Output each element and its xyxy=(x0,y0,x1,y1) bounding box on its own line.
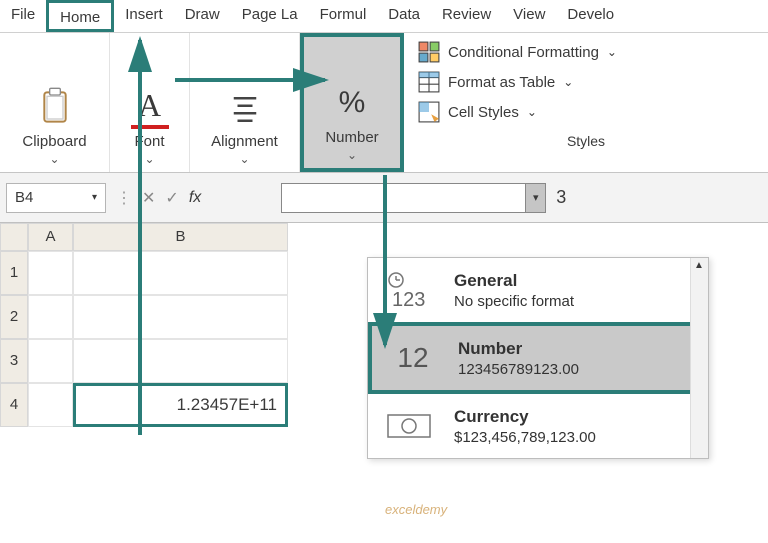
cell-styles-label: Cell Styles xyxy=(448,104,519,121)
cancel-icon[interactable]: ✕ xyxy=(142,188,155,208)
chevron-down-icon: ⌄ xyxy=(239,152,249,166)
format-general-sub: No specific format xyxy=(454,293,574,310)
column-header-b[interactable]: B xyxy=(73,223,288,251)
conditional-formatting-button[interactable]: Conditional Formatting ⌄ xyxy=(418,41,754,63)
watermark: exceldemy xyxy=(385,502,447,517)
chevron-down-icon: ⌄ xyxy=(347,148,357,162)
group-font-label: Font xyxy=(134,133,164,150)
conditional-formatting-label: Conditional Formatting xyxy=(448,44,599,61)
column-header-a[interactable]: A xyxy=(28,223,73,251)
group-clipboard[interactable]: Clipboard ⌄ xyxy=(0,33,110,172)
cell-a3[interactable] xyxy=(28,339,73,383)
cell-b1[interactable] xyxy=(73,251,288,295)
fx-icon[interactable]: fx xyxy=(189,189,201,207)
row-header-3[interactable]: 3 xyxy=(0,339,28,383)
resize-handle[interactable]: ⋮ xyxy=(116,188,132,208)
tab-view[interactable]: View xyxy=(502,0,556,32)
alignment-icon xyxy=(226,85,264,129)
svg-text:123: 123 xyxy=(392,289,425,310)
group-number[interactable]: % Number ⌄ xyxy=(300,33,404,172)
table-icon xyxy=(418,71,440,93)
clipboard-icon xyxy=(36,85,74,129)
format-option-currency[interactable]: Currency $123,456,789,123.00 xyxy=(368,394,708,458)
row-header-4[interactable]: 4 xyxy=(0,383,28,427)
group-alignment[interactable]: Alignment ⌄ xyxy=(190,33,300,172)
scrollbar[interactable]: ▲ xyxy=(690,258,708,458)
group-font[interactable]: A Font ⌄ xyxy=(110,33,190,172)
tab-developer[interactable]: Develo xyxy=(556,0,625,32)
cell-b2[interactable] xyxy=(73,295,288,339)
tab-draw[interactable]: Draw xyxy=(174,0,231,32)
tab-file[interactable]: File xyxy=(0,0,46,32)
group-styles: Conditional Formatting ⌄ Format as Table… xyxy=(404,33,768,172)
number-format-icon: 12 xyxy=(386,336,440,380)
chevron-down-icon: ⌄ xyxy=(144,152,154,166)
format-general-title: General xyxy=(454,271,574,291)
name-box[interactable]: B4 ▾ xyxy=(6,183,106,213)
tab-formulas[interactable]: Formul xyxy=(309,0,378,32)
name-box-value: B4 xyxy=(15,189,33,206)
currency-format-icon xyxy=(382,404,436,448)
cell-b3[interactable] xyxy=(73,339,288,383)
cell-styles-button[interactable]: Cell Styles ⌄ xyxy=(418,101,754,123)
row-header-2[interactable]: 2 xyxy=(0,295,28,339)
row-header-1[interactable]: 1 xyxy=(0,251,28,295)
format-option-general[interactable]: 123 General No specific format xyxy=(368,258,708,322)
general-format-icon: 123 xyxy=(382,268,436,312)
format-currency-title: Currency xyxy=(454,407,596,427)
formula-bar: B4 ▾ ⋮ ✕ ✓ fx ▾ 3 xyxy=(0,173,768,223)
cell-b4-selected[interactable]: 1.23457E+11 xyxy=(73,383,288,427)
chevron-down-icon: ▾ xyxy=(525,184,545,212)
cell-a2[interactable] xyxy=(28,295,73,339)
ribbon-tabs: File Home Insert Draw Page La Formul Dat… xyxy=(0,0,768,33)
select-all-corner[interactable] xyxy=(0,223,28,251)
ribbon: Clipboard ⌄ A Font ⌄ Alignment ⌄ % Numbe… xyxy=(0,33,768,173)
format-number-sub: 123456789123.00 xyxy=(458,361,579,378)
formula-content-truncated: 3 xyxy=(556,187,566,208)
group-clipboard-label: Clipboard xyxy=(22,133,86,150)
chevron-down-icon: ⌄ xyxy=(607,45,617,59)
scroll-up-icon: ▲ xyxy=(694,260,704,271)
enter-icon[interactable]: ✓ xyxy=(165,188,178,208)
chevron-down-icon: ▾ xyxy=(92,192,97,203)
tab-page-layout[interactable]: Page La xyxy=(231,0,309,32)
tab-home[interactable]: Home xyxy=(46,0,114,32)
tab-review[interactable]: Review xyxy=(431,0,502,32)
cell-a4[interactable] xyxy=(28,383,73,427)
format-option-number[interactable]: 12 Number 123456789123.00 xyxy=(368,322,708,394)
percent-icon: % xyxy=(333,81,371,125)
font-icon: A xyxy=(131,85,169,129)
cell-b4-value: 1.23457E+11 xyxy=(76,386,285,424)
tab-data[interactable]: Data xyxy=(377,0,431,32)
chevron-down-icon: ⌄ xyxy=(527,105,537,119)
chevron-down-icon: ⌄ xyxy=(49,152,59,166)
cell-a1[interactable] xyxy=(28,251,73,295)
tab-insert[interactable]: Insert xyxy=(114,0,174,32)
number-format-selector[interactable]: ▾ xyxy=(281,183,546,213)
group-number-label: Number xyxy=(325,129,378,146)
format-number-title: Number xyxy=(458,339,579,359)
number-format-dropdown: ▲ 123 General No specific format 12 Numb… xyxy=(367,257,709,459)
format-as-table-button[interactable]: Format as Table ⌄ xyxy=(418,71,754,93)
group-styles-label: Styles xyxy=(418,133,754,149)
conditional-formatting-icon xyxy=(418,41,440,63)
format-currency-sub: $123,456,789,123.00 xyxy=(454,429,596,446)
format-as-table-label: Format as Table xyxy=(448,74,555,91)
group-alignment-label: Alignment xyxy=(211,133,278,150)
chevron-down-icon: ⌄ xyxy=(563,75,573,89)
cell-styles-icon xyxy=(418,101,440,123)
